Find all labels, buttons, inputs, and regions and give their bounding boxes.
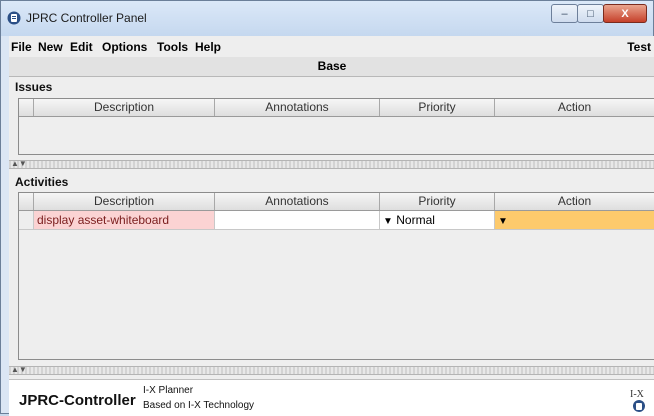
menu-bar: File New Edit Options Tools Help Test [9,36,654,57]
menu-tools[interactable]: Tools [157,40,188,54]
dropdown-triangle-icon[interactable]: ▼ [383,216,393,227]
footer-product: I-X Planner [143,385,194,396]
menu-help[interactable]: Help [195,40,221,54]
activities-col-description[interactable]: Description [34,193,215,210]
table-row[interactable]: display asset-whiteboard ▼ Normal ▼ [19,211,654,230]
ix-logo-icon: I-X [630,389,645,412]
window-title: JPRC Controller Panel [26,11,147,25]
menu-test[interactable]: Test [627,40,651,54]
activity-priority-dropdown[interactable]: ▼ Normal [380,211,495,230]
menu-options[interactable]: Options [102,40,147,54]
activities-label: Activities [15,175,69,189]
footer: JPRC-Controller I-X Planner Based on I-X… [9,379,654,416]
issues-activities-splitter[interactable]: ▲▼ [9,159,654,169]
menu-new[interactable]: New [38,40,63,54]
row-header-cell[interactable] [19,211,34,230]
splitter-arrows-icon[interactable]: ▲▼ [11,365,27,374]
footer-brand: JPRC-Controller [19,392,136,409]
issues-col-action[interactable]: Action [495,99,654,116]
minimize-button[interactable]: – [551,4,578,23]
issues-label: Issues [15,80,53,94]
issues-col-annotations[interactable]: Annotations [215,99,380,116]
issues-table[interactable]: Description Annotations Priority Action [18,98,654,155]
activity-action-dropdown[interactable]: ▼ [495,211,654,230]
activities-col-annotations[interactable]: Annotations [215,193,380,210]
app-icon [7,11,21,25]
footer-technology: Based on I-X Technology [143,400,255,411]
svg-text:I-X: I-X [630,389,645,400]
close-button[interactable]: X [603,4,647,23]
client-area: File New Edit Options Tools Help Test Ba… [9,36,654,416]
activities-footer-splitter[interactable]: ▲▼ [9,365,654,375]
activities-table[interactable]: Description Annotations Priority Action … [18,192,654,360]
activity-priority-value: Normal [396,213,435,227]
window-controls: – □ X [551,4,647,24]
issues-col-priority[interactable]: Priority [380,99,495,116]
activities-table-header: Description Annotations Priority Action [19,193,654,211]
activity-description-cell[interactable]: display asset-whiteboard [34,211,215,230]
activities-col-priority[interactable]: Priority [380,193,495,210]
activity-annotations-cell[interactable] [215,211,380,230]
issues-row-header-column[interactable] [19,99,34,116]
issues-table-header: Description Annotations Priority Action [19,99,654,117]
app-window: JPRC Controller Panel – □ X File New Edi… [0,0,654,416]
title-bar[interactable]: JPRC Controller Panel – □ X [1,1,653,36]
issues-col-description[interactable]: Description [34,99,215,116]
splitter-arrows-icon[interactable]: ▲▼ [11,159,27,168]
panel-title: Base [9,57,654,77]
activities-row-header-column[interactable] [19,193,34,210]
maximize-button[interactable]: □ [577,4,604,23]
menu-edit[interactable]: Edit [70,40,93,54]
activities-col-action[interactable]: Action [495,193,654,210]
dropdown-triangle-icon[interactable]: ▼ [498,216,508,227]
menu-file[interactable]: File [11,40,32,54]
